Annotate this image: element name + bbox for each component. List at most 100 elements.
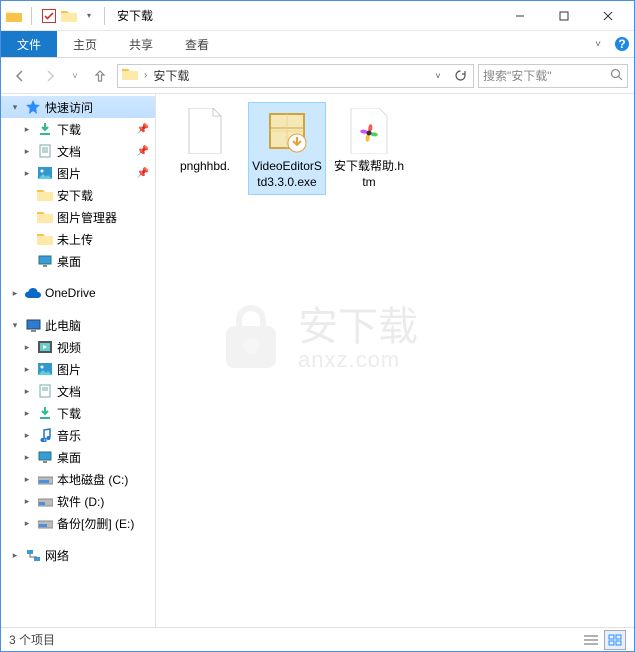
nav-notuploaded[interactable]: 未上传: [1, 228, 155, 250]
nav-item-label: 备份[勿删] (E:): [57, 515, 134, 532]
nav-item-label: 未上传: [57, 231, 93, 248]
expand-icon[interactable]: ▸: [21, 124, 33, 135]
nav-item-label: 下载: [57, 405, 81, 422]
watermark-text: 安下载: [298, 306, 418, 348]
checkbox-qat-icon[interactable]: [40, 7, 58, 25]
expand-icon[interactable]: ▸: [21, 496, 33, 507]
file-item[interactable]: pnghhbd.: [166, 102, 244, 195]
quick-access-toolbar: ▾: [5, 7, 98, 25]
expand-icon[interactable]: ▸: [9, 550, 21, 561]
file-item[interactable]: VideoEditorStd3.3.0.exe: [248, 102, 326, 195]
documents-icon: [37, 143, 53, 159]
nav-item-label: 桌面: [57, 449, 81, 466]
qat-dropdown-icon[interactable]: ▾: [80, 7, 98, 25]
expand-icon[interactable]: ▸: [21, 146, 33, 157]
drive-icon: [37, 493, 53, 509]
view-details-button[interactable]: [580, 630, 602, 650]
expand-icon[interactable]: ▸: [21, 342, 33, 353]
nav-item-label: 此电脑: [45, 317, 81, 334]
expand-icon[interactable]: ▸: [21, 518, 33, 529]
folder-icon: [37, 231, 53, 247]
breadcrumb-chevron-icon[interactable]: ›: [142, 70, 149, 81]
expand-icon[interactable]: ▸: [21, 430, 33, 441]
nav-up-button[interactable]: [87, 63, 113, 89]
tab-view[interactable]: 查看: [169, 31, 225, 57]
nav-picmgr[interactable]: 图片管理器: [1, 206, 155, 228]
nav-disk-c[interactable]: ▸ 本地磁盘 (C:): [1, 468, 155, 490]
desktop-icon: [37, 253, 53, 269]
help-button[interactable]: ?: [610, 31, 634, 57]
navigation-pane[interactable]: ▾ 快速访问 ▸ 下载 📌 ▸ 文档 📌 ▸ 图片 📌 安下载: [1, 94, 156, 627]
nav-item-label: 下载: [57, 121, 81, 138]
svg-text:?: ?: [618, 37, 625, 51]
address-box[interactable]: › 安下载 ˅: [117, 64, 474, 88]
nav-back-button[interactable]: [7, 63, 33, 89]
nav-pictures[interactable]: ▸ 图片 📌: [1, 162, 155, 184]
tab-file[interactable]: 文件: [1, 31, 57, 57]
view-icons-button[interactable]: [604, 630, 626, 650]
content-pane[interactable]: pnghhbd. VideoEditorStd3.3.0.exe: [156, 94, 634, 627]
expand-icon[interactable]: ▸: [21, 452, 33, 463]
ribbon-expand-button[interactable]: ˅: [586, 31, 610, 57]
search-icon[interactable]: [610, 68, 623, 84]
folder2-qat-icon[interactable]: [60, 7, 78, 25]
expand-icon[interactable]: ▾: [9, 102, 21, 113]
nav-desktop2[interactable]: ▸ 桌面: [1, 446, 155, 468]
status-item-count: 3 个项目: [9, 631, 55, 648]
videos-icon: [37, 339, 53, 355]
nav-pictures2[interactable]: ▸ 图片: [1, 358, 155, 380]
expand-icon[interactable]: ▸: [21, 364, 33, 375]
search-input[interactable]: [483, 69, 610, 83]
nav-item-label: 软件 (D:): [57, 493, 104, 510]
nav-anxz[interactable]: 安下载: [1, 184, 155, 206]
expand-icon[interactable]: ▾: [9, 320, 21, 331]
address-dropdown-button[interactable]: ˅: [427, 65, 449, 87]
nav-videos[interactable]: ▸ 视频: [1, 336, 155, 358]
nav-documents[interactable]: ▸ 文档 📌: [1, 140, 155, 162]
expand-icon[interactable]: ▸: [21, 168, 33, 179]
tab-share[interactable]: 共享: [113, 31, 169, 57]
folder-icon: [37, 209, 53, 225]
maximize-button[interactable]: [542, 2, 586, 30]
nav-network[interactable]: ▸ 网络: [1, 544, 155, 566]
nav-disk-e[interactable]: ▸ 备份[勿删] (E:): [1, 512, 155, 534]
onedrive-icon: [25, 285, 41, 301]
window-title: 安下载: [117, 7, 153, 24]
nav-quick-access[interactable]: ▾ 快速访问: [1, 96, 155, 118]
file-item[interactable]: 安下载帮助.htm: [330, 102, 408, 195]
nav-downloads2[interactable]: ▸ 下载: [1, 402, 155, 424]
nav-item-label: 视频: [57, 339, 81, 356]
documents-icon: [37, 383, 53, 399]
expand-icon[interactable]: ▸: [21, 474, 33, 485]
nav-item-label: 文档: [57, 383, 81, 400]
breadcrumb[interactable]: 安下载: [149, 67, 193, 84]
body-area: ▾ 快速访问 ▸ 下载 📌 ▸ 文档 📌 ▸ 图片 📌 安下载: [1, 94, 634, 627]
pinwheel-icon: [345, 107, 393, 155]
nav-forward-button[interactable]: [37, 63, 63, 89]
nav-recent-button[interactable]: ˅: [67, 63, 83, 89]
downloads-icon: [37, 121, 53, 137]
watermark-url: anxz.com: [298, 348, 418, 371]
close-button[interactable]: [586, 2, 630, 30]
nav-music[interactable]: ▸ 音乐: [1, 424, 155, 446]
file-label: pnghhbd.: [169, 159, 241, 175]
nav-thispc[interactable]: ▾ 此电脑: [1, 314, 155, 336]
nav-desktop[interactable]: 桌面: [1, 250, 155, 272]
expand-icon[interactable]: ▸: [21, 386, 33, 397]
nav-documents2[interactable]: ▸ 文档: [1, 380, 155, 402]
tab-home[interactable]: 主页: [57, 31, 113, 57]
pin-icon: 📌: [137, 124, 149, 135]
address-folder-icon: [122, 67, 140, 85]
expand-icon[interactable]: ▸: [21, 408, 33, 419]
minimize-button[interactable]: [498, 2, 542, 30]
nav-downloads[interactable]: ▸ 下载 📌: [1, 118, 155, 140]
expand-icon[interactable]: ▸: [9, 288, 21, 299]
nav-onedrive[interactable]: ▸ OneDrive: [1, 282, 155, 304]
nav-item-label: OneDrive: [45, 286, 96, 300]
search-box[interactable]: [478, 64, 628, 88]
folder-qat-icon[interactable]: [5, 7, 23, 25]
star-icon: [25, 99, 41, 115]
refresh-button[interactable]: [449, 65, 471, 87]
nav-disk-d[interactable]: ▸ 软件 (D:): [1, 490, 155, 512]
title-bar: ▾ 安下载: [1, 1, 634, 31]
